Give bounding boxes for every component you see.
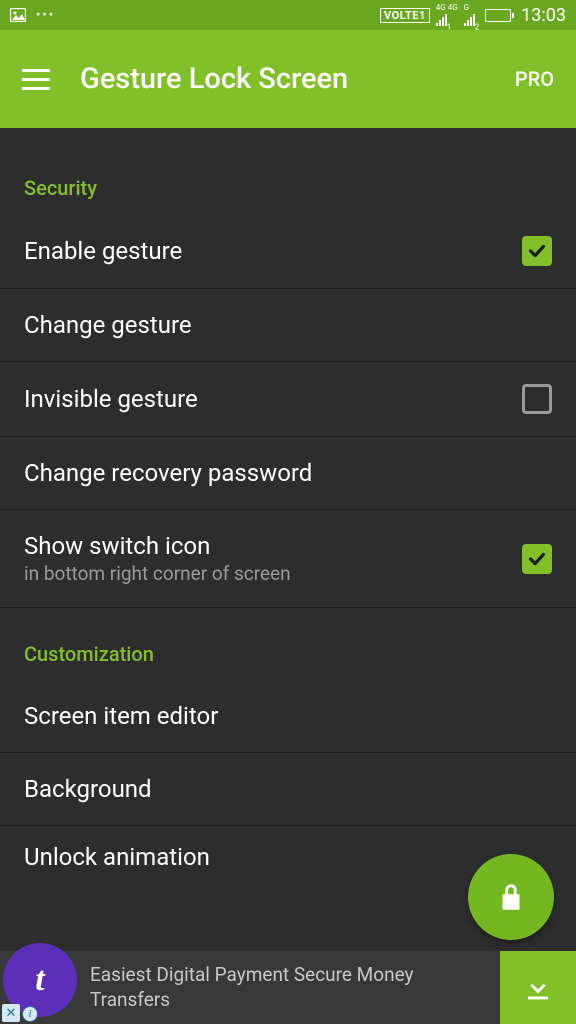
checkbox-show-switch[interactable] (522, 544, 552, 574)
row-change-recovery[interactable]: Change recovery password (0, 437, 576, 510)
ad-text: Easiest Digital Payment Secure Money Tra… (80, 951, 500, 1024)
row-change-gesture[interactable]: Change gesture (0, 289, 576, 362)
ad-close-icon[interactable]: ✕ (2, 1004, 20, 1022)
label: Unlock animation (24, 843, 552, 866)
status-bar: ••• VOLTE1 4G 4G1 G2 13:03 (0, 0, 576, 30)
checkbox-enable-gesture[interactable] (522, 236, 552, 266)
more-icon: ••• (36, 8, 55, 23)
checkbox-invisible-gesture[interactable] (522, 384, 552, 414)
signal-icon-2 (464, 14, 475, 26)
signal-icon-1 (436, 14, 447, 26)
label: Background (24, 775, 552, 803)
row-show-switch[interactable]: Show switch icon in bottom right corner … (0, 510, 576, 608)
label: Enable gesture (24, 237, 522, 265)
label: Show switch icon (24, 532, 522, 560)
network-g: G (464, 3, 469, 12)
row-screen-editor[interactable]: Screen item editor (0, 680, 576, 753)
sublabel: in bottom right corner of screen (24, 562, 522, 585)
row-invisible-gesture[interactable]: Invisible gesture (0, 362, 576, 437)
menu-icon[interactable] (22, 69, 50, 90)
pro-button[interactable]: PRO (515, 67, 554, 91)
section-customization: Customization (0, 608, 576, 680)
clock: 13:03 (521, 5, 566, 26)
ad-info-icon[interactable]: i (22, 1006, 38, 1022)
row-enable-gesture[interactable]: Enable gesture (0, 214, 576, 289)
label: Change gesture (24, 311, 552, 339)
section-security: Security (0, 128, 576, 214)
battery-icon (485, 9, 511, 22)
network-label: 4G 4G (436, 3, 458, 12)
row-background[interactable]: Background (0, 753, 576, 826)
ad-banner[interactable]: t ✕ i Easiest Digital Payment Secure Mon… (0, 951, 576, 1024)
label: Invisible gesture (24, 385, 522, 413)
settings-content: Security Enable gesture Change gesture I… (0, 128, 576, 951)
ad-app-icon[interactable]: t ✕ i (0, 951, 80, 1024)
lock-fab[interactable] (468, 854, 554, 940)
label: Change recovery password (24, 459, 552, 487)
app-title: Gesture Lock Screen (80, 62, 348, 96)
ad-download-button[interactable] (500, 951, 576, 1024)
download-icon (521, 971, 555, 1005)
image-icon (10, 8, 26, 22)
label: Screen item editor (24, 702, 552, 730)
volte-indicator: VOLTE1 (380, 8, 430, 23)
app-bar: Gesture Lock Screen PRO (0, 30, 576, 128)
lock-icon (494, 880, 528, 914)
